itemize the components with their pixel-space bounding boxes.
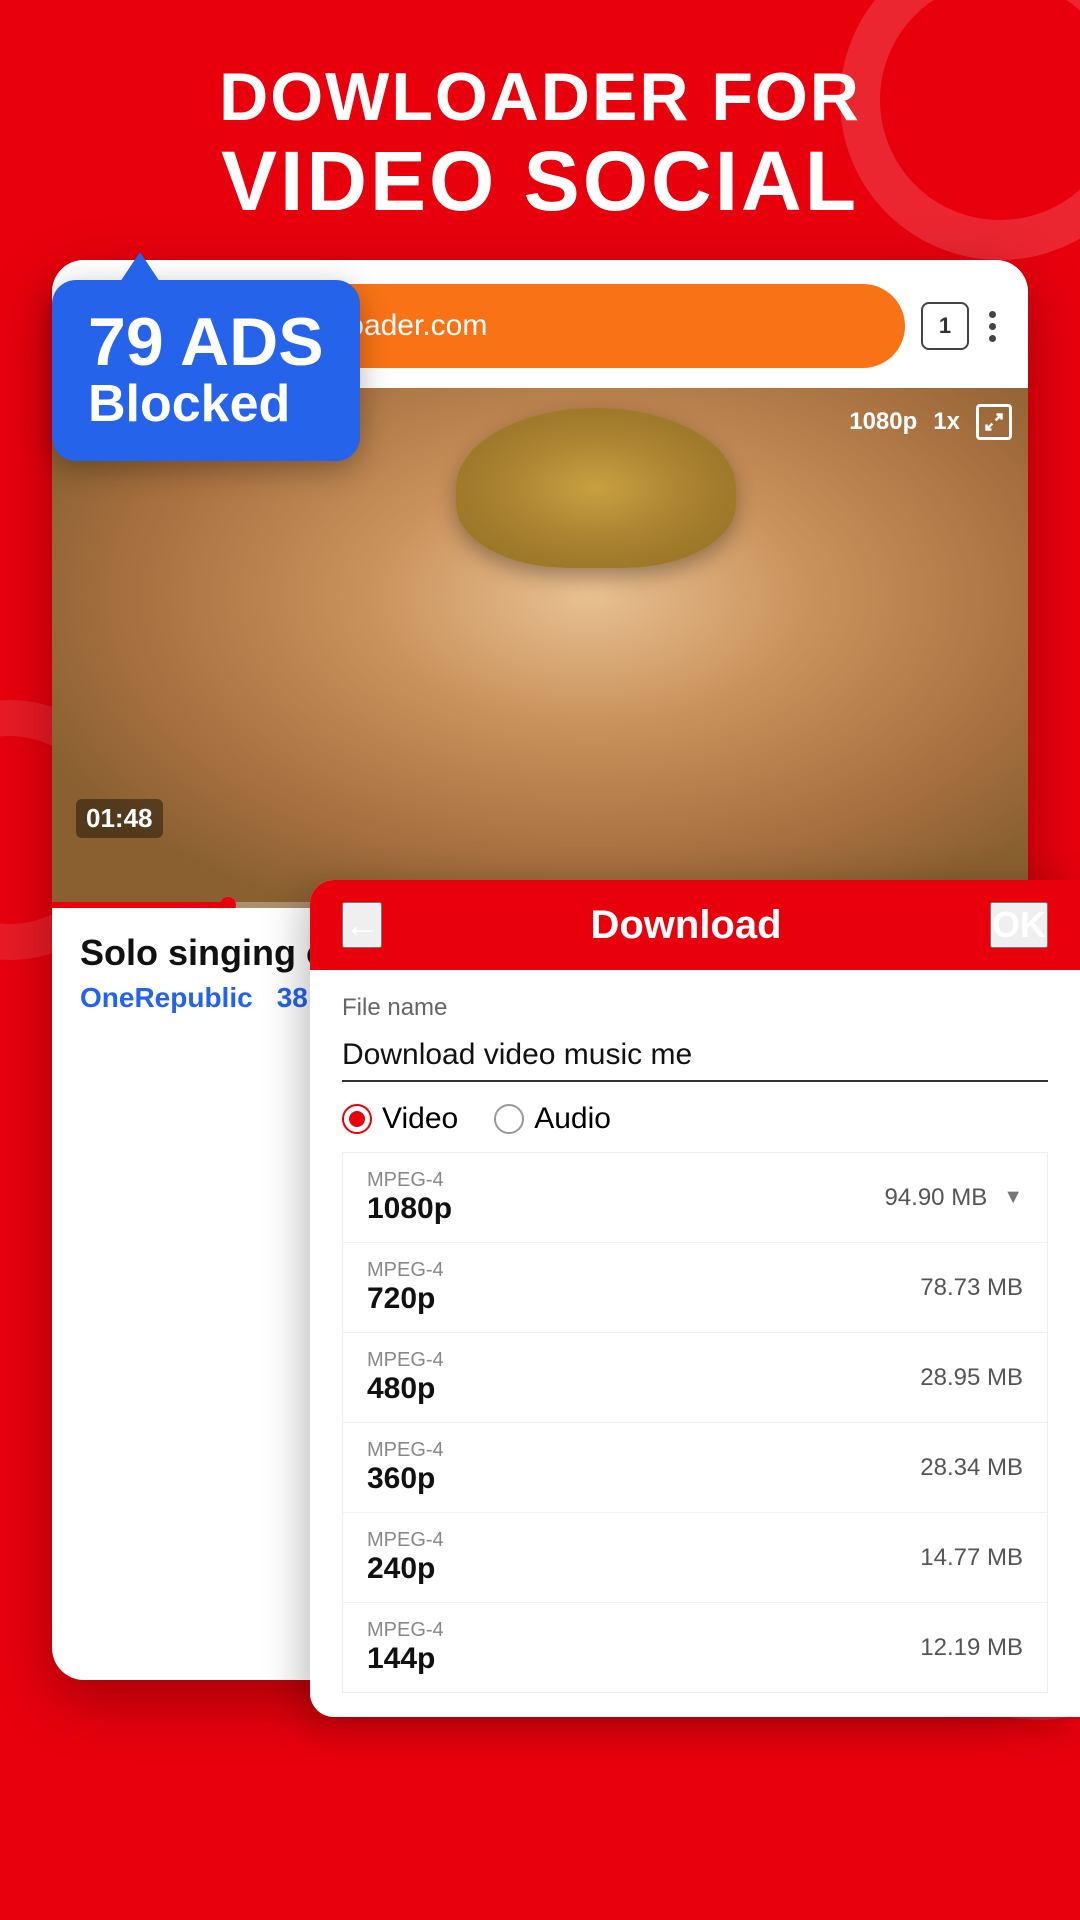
video-radio-inner: [349, 1111, 365, 1127]
quality-resolution: 1080p: [367, 1192, 452, 1226]
video-controls-overlay: 1080p 1x: [849, 404, 1012, 440]
quality-info: MPEG-4 144p: [367, 1619, 444, 1676]
menu-dots-button[interactable]: [985, 307, 1000, 346]
dot3: [989, 335, 996, 342]
download-back-button[interactable]: ←: [342, 902, 382, 948]
video-thumbnail: [52, 388, 1028, 908]
dropdown-arrow[interactable]: ▼: [1003, 1186, 1023, 1209]
quality-size: 94.90 MB: [884, 1184, 987, 1212]
quality-resolution: 720p: [367, 1282, 444, 1316]
dot1: [989, 311, 996, 318]
header-section: DOWLOADER FOR VIDEO SOCIAL: [0, 60, 1080, 227]
hat-overlay: [456, 408, 736, 568]
media-type-row: Video Audio: [342, 1102, 1048, 1136]
file-name-input[interactable]: [342, 1030, 1048, 1082]
quality-right: 12.19 MB: [920, 1634, 1023, 1662]
file-name-label: File name: [342, 994, 1048, 1022]
speed-label: 1x: [933, 408, 960, 436]
ads-count: 79 ADS: [88, 308, 324, 376]
view-count: 38: [277, 982, 308, 1014]
quality-format: MPEG-4: [367, 1619, 444, 1642]
video-area[interactable]: 1080p 1x 01:48: [52, 388, 1028, 908]
video-radio-circle: [342, 1104, 372, 1134]
quality-right: 78.73 MB: [920, 1274, 1023, 1302]
quality-resolution: 360p: [367, 1462, 444, 1496]
ads-blocked-bubble: 79 ADS Blocked: [52, 280, 360, 461]
quality-item[interactable]: MPEG-4 480p 28.95 MB: [343, 1333, 1047, 1423]
quality-format: MPEG-4: [367, 1439, 444, 1462]
quality-right: 14.77 MB: [920, 1544, 1023, 1572]
dot2: [989, 323, 996, 330]
quality-item[interactable]: MPEG-4 720p 78.73 MB: [343, 1243, 1047, 1333]
download-panel: ← Download OK File name Video Audio MPEG…: [310, 880, 1080, 1717]
download-body: File name Video Audio MPEG-4 1080p 94.90: [310, 970, 1080, 1717]
quality-info: MPEG-4 1080p: [367, 1169, 452, 1226]
quality-right: 28.34 MB: [920, 1454, 1023, 1482]
tab-button[interactable]: 1: [921, 302, 969, 350]
video-radio-option[interactable]: Video: [342, 1102, 458, 1136]
browser-actions: 1: [921, 302, 1000, 350]
header-top-line: DOWLOADER FOR: [0, 60, 1080, 135]
quality-right: 28.95 MB: [920, 1364, 1023, 1392]
audio-radio-option[interactable]: Audio: [494, 1102, 611, 1136]
progress-bar-fill: [52, 902, 228, 908]
quality-format: MPEG-4: [367, 1529, 444, 1552]
quality-right: 94.90 MB ▼: [884, 1184, 1023, 1212]
quality-size: 78.73 MB: [920, 1274, 1023, 1302]
quality-format: MPEG-4: [367, 1169, 452, 1192]
quality-item[interactable]: MPEG-4 360p 28.34 MB: [343, 1423, 1047, 1513]
quality-resolution: 144p: [367, 1642, 444, 1676]
quality-resolution: 240p: [367, 1552, 444, 1586]
quality-size: 28.95 MB: [920, 1364, 1023, 1392]
audio-radio-label: Audio: [534, 1102, 611, 1136]
quality-list: MPEG-4 1080p 94.90 MB ▼ MPEG-4 720p 78.7…: [342, 1152, 1048, 1693]
resolution-label: 1080p: [849, 408, 917, 436]
download-header: ← Download OK: [310, 880, 1080, 970]
tab-count: 1: [939, 313, 951, 339]
quality-item[interactable]: MPEG-4 1080p 94.90 MB ▼: [343, 1153, 1047, 1243]
audio-radio-circle: [494, 1104, 524, 1134]
quality-item[interactable]: MPEG-4 240p 14.77 MB: [343, 1513, 1047, 1603]
quality-format: MPEG-4: [367, 1349, 444, 1372]
quality-size: 28.34 MB: [920, 1454, 1023, 1482]
quality-info: MPEG-4 720p: [367, 1259, 444, 1316]
download-title: Download: [590, 903, 781, 948]
header-main-line: VIDEO SOCIAL: [0, 135, 1080, 227]
quality-size: 14.77 MB: [920, 1544, 1023, 1572]
quality-info: MPEG-4 240p: [367, 1529, 444, 1586]
quality-info: MPEG-4 480p: [367, 1349, 444, 1406]
progress-dot: [220, 897, 236, 908]
quality-resolution: 480p: [367, 1372, 444, 1406]
channel-name[interactable]: OneRepublic: [80, 982, 253, 1014]
video-radio-label: Video: [382, 1102, 458, 1136]
ads-label: Blocked: [88, 376, 324, 433]
quality-size: 12.19 MB: [920, 1634, 1023, 1662]
fullscreen-icon[interactable]: [976, 404, 1012, 440]
quality-format: MPEG-4: [367, 1259, 444, 1282]
quality-info: MPEG-4 360p: [367, 1439, 444, 1496]
video-timestamp: 01:48: [76, 799, 163, 838]
quality-item[interactable]: MPEG-4 144p 12.19 MB: [343, 1603, 1047, 1692]
download-ok-button[interactable]: OK: [990, 902, 1048, 948]
